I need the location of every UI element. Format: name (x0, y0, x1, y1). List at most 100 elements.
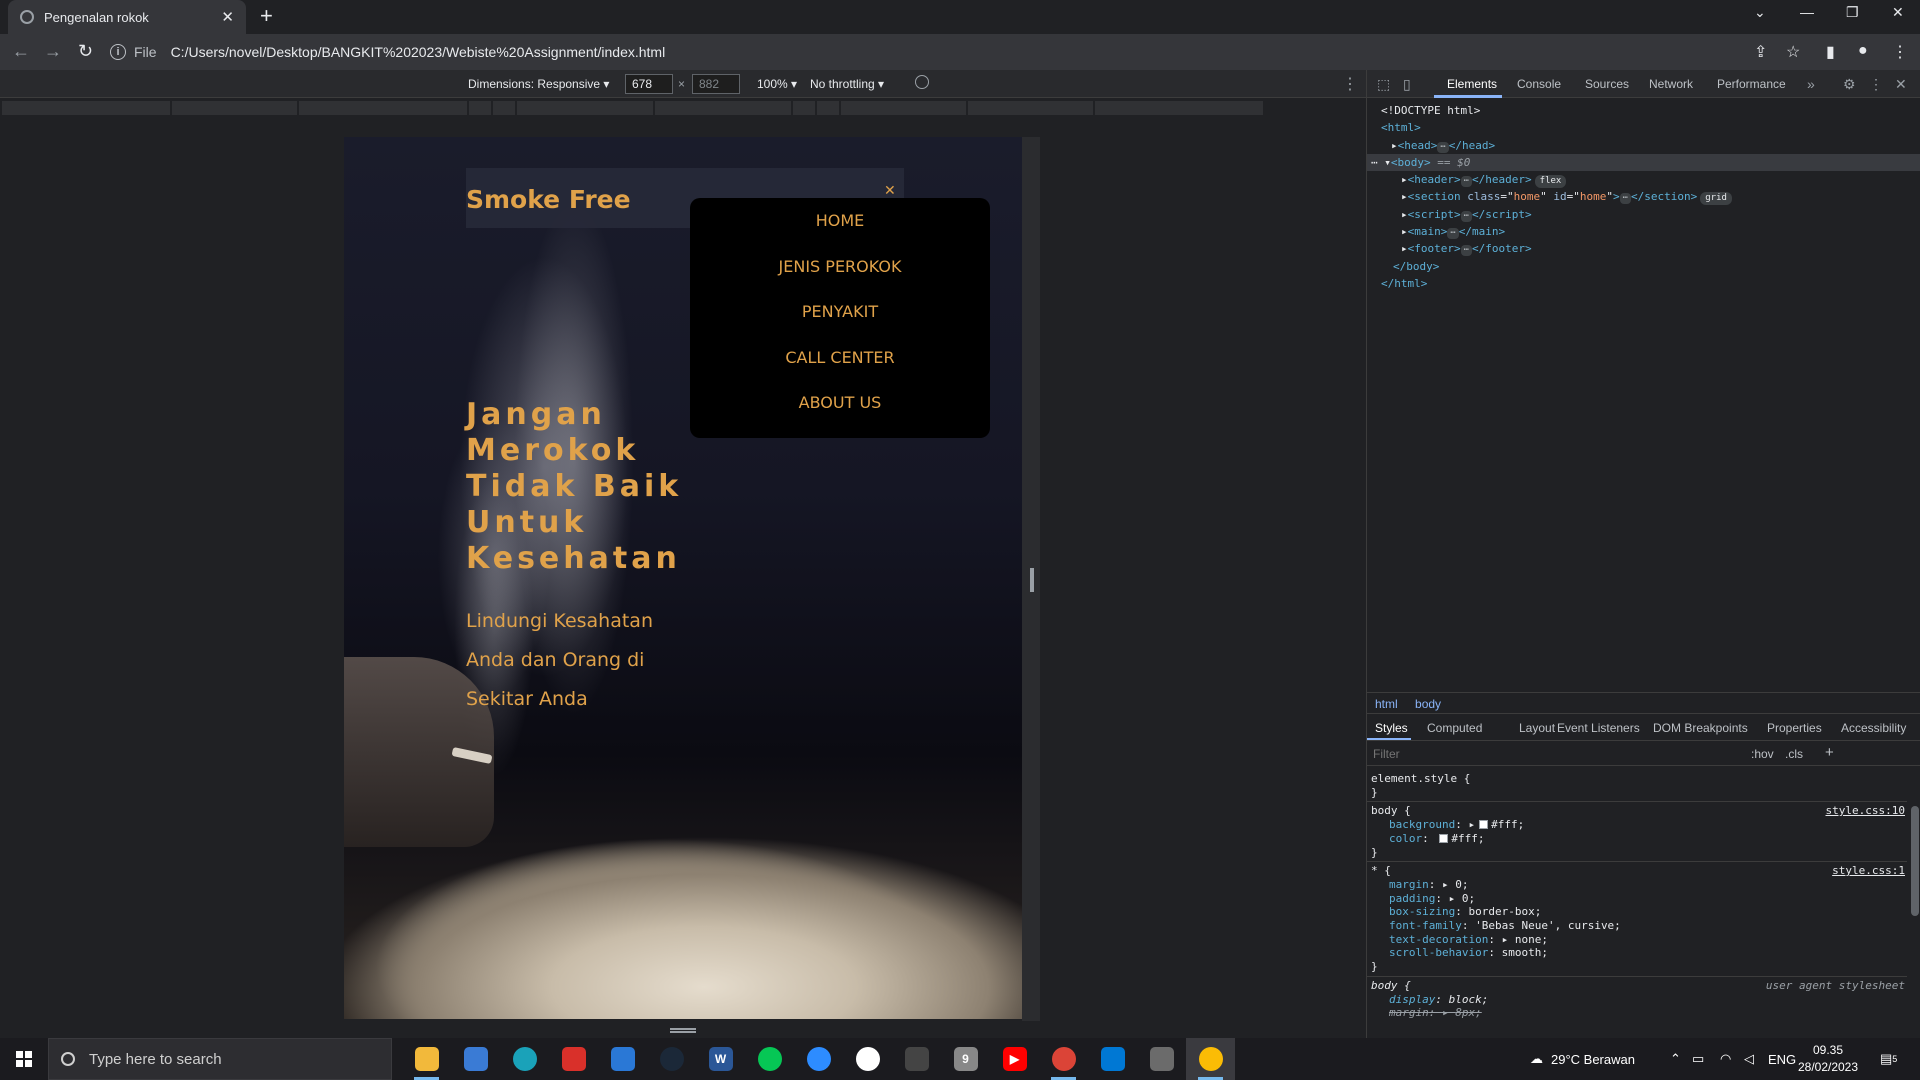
decl-background[interactable]: background: ▸ #fff; (1371, 818, 1903, 832)
resize-handle-bottom[interactable] (670, 1028, 696, 1033)
dom-header[interactable]: ▸<header> ⋯ </header> flex (1367, 171, 1920, 189)
nav-call-center[interactable]: CALL CENTER (690, 335, 990, 381)
decl-color[interactable]: color: #fff; (1371, 832, 1903, 846)
dom-body-selected[interactable]: ⋯ ▾<body> == $0 (1367, 153, 1920, 172)
new-rule-icon[interactable]: + (1825, 744, 1834, 761)
dom-footer[interactable]: ▸<footer> ⋯ </footer> (1367, 240, 1920, 257)
side-panel-icon[interactable]: ▮ (1826, 42, 1835, 62)
rule-source-link[interactable]: style.css:1 (1832, 864, 1905, 878)
color-swatch-icon[interactable] (1479, 820, 1489, 830)
menu-kebab-icon[interactable]: ⋮ (1892, 42, 1908, 62)
edge-icon[interactable] (500, 1038, 549, 1080)
cls-toggle[interactable]: .cls (1785, 747, 1803, 761)
wifi-icon[interactable]: ◠ (1720, 1038, 1731, 1080)
tab-layout[interactable]: Layout (1519, 721, 1555, 735)
decl-margin-overridden[interactable]: margin: ▸ 8px; (1371, 1006, 1903, 1020)
inspect-icon[interactable]: ⬚ (1377, 76, 1390, 93)
gift-icon[interactable] (549, 1038, 598, 1080)
menu-toggle-icon[interactable]: ✕ (884, 183, 896, 199)
dom-head[interactable]: ▸<head> ⋯ </head> (1367, 137, 1920, 154)
settings-gear-icon[interactable]: ⚙ (1843, 76, 1856, 93)
color-swatch-icon[interactable] (1439, 833, 1449, 843)
styles-filter-input[interactable] (1371, 745, 1741, 763)
chrome-icon[interactable] (1186, 1038, 1235, 1080)
taskbar-search[interactable]: Type here to search (48, 1038, 392, 1080)
nav-home[interactable]: HOME (690, 198, 990, 244)
share-icon[interactable]: ⇪ (1754, 42, 1767, 62)
decl-font-family[interactable]: font-family: 'Bebas Neue', cursive; (1371, 919, 1903, 933)
rule-element-style[interactable]: element.style { } (1367, 770, 1907, 803)
rule-source-link[interactable]: style.css:10 (1826, 804, 1905, 818)
decl-scroll-behavior[interactable]: scroll-behavior: smooth; (1371, 946, 1903, 960)
info-icon[interactable]: i (110, 44, 126, 60)
address-bar[interactable]: i File C:/Users/novel/Desktop/BANGKIT%20… (110, 38, 1900, 66)
bookmark-star-icon[interactable]: ☆ (1786, 42, 1800, 62)
rule-universal[interactable]: style.css:1 * { margin: ▸ 0; padding: ▸ … (1367, 862, 1907, 977)
throttling-dropdown[interactable]: No throttling ▾ (810, 77, 884, 91)
dom-section[interactable]: ▸<section class="home" id="home"> ⋯ </sect… (1367, 188, 1920, 206)
tab-styles[interactable]: Styles (1375, 721, 1408, 735)
media-query-bar[interactable] (0, 99, 1366, 117)
decl-padding[interactable]: padding: ▸ 0; (1371, 892, 1903, 906)
close-tab-icon[interactable]: ✕ (221, 8, 234, 26)
tab-computed[interactable]: Computed (1427, 721, 1482, 735)
tab-performance[interactable]: Performance (1717, 77, 1786, 91)
restore-button[interactable]: ❐ (1846, 4, 1859, 21)
nav-about-us[interactable]: ABOUT US (690, 380, 990, 426)
tab-event-listeners[interactable]: Event Listeners (1557, 721, 1640, 735)
decl-display[interactable]: display: block; (1371, 993, 1903, 1007)
device-toggle-icon[interactable]: ▯ (1403, 76, 1411, 93)
width-input[interactable]: 678 (625, 74, 673, 94)
devtools-kebab-icon[interactable]: ⋮ (1869, 76, 1883, 93)
device-more-icon[interactable]: ⋮ (1342, 74, 1358, 94)
dom-html-open[interactable]: <html> (1367, 119, 1920, 136)
weather-widget[interactable]: ☁ 29°C Berawan (1530, 1038, 1635, 1080)
steam-icon[interactable] (647, 1038, 696, 1080)
dom-doctype[interactable]: <!DOCTYPE html> (1367, 102, 1920, 119)
tab-console[interactable]: Console (1517, 77, 1561, 91)
close-window-button[interactable]: ✕ (1892, 4, 1904, 21)
rule-body[interactable]: style.css:10 body { background: ▸ #fff; c… (1367, 802, 1907, 863)
nav-penyakit[interactable]: PENYAKIT (690, 289, 990, 335)
mail-icon[interactable] (598, 1038, 647, 1080)
vscode-icon[interactable] (1088, 1038, 1137, 1080)
store-icon[interactable] (451, 1038, 500, 1080)
youtube-icon[interactable]: ▶ (990, 1038, 1039, 1080)
new-tab-button[interactable]: + (260, 4, 273, 28)
tab-accessibility[interactable]: Accessibility (1841, 721, 1906, 735)
dom-body-close[interactable]: </body> (1367, 258, 1920, 275)
tab-elements[interactable]: Elements (1447, 77, 1497, 91)
dom-html-close[interactable]: </html> (1367, 275, 1920, 292)
reload-icon[interactable]: ↻ (78, 41, 93, 62)
volume-icon[interactable]: ◁ (1744, 1038, 1754, 1080)
more-tabs-icon[interactable]: » (1807, 76, 1815, 92)
notepad-icon[interactable]: 9 (941, 1038, 990, 1080)
decl-box-sizing[interactable]: box-sizing: border-box; (1371, 905, 1903, 919)
breadcrumb-html[interactable]: html (1375, 697, 1398, 711)
forward-icon[interactable]: → (44, 41, 62, 62)
rule-user-agent-body[interactable]: user agent stylesheet body { display: bl… (1367, 977, 1907, 1022)
tab-properties[interactable]: Properties (1767, 721, 1822, 735)
minimize-button[interactable]: — (1800, 4, 1814, 20)
zoom-icon[interactable] (794, 1038, 843, 1080)
decl-margin[interactable]: margin: ▸ 0; (1371, 878, 1903, 892)
unity-icon[interactable] (892, 1038, 941, 1080)
rotate-icon[interactable] (915, 75, 929, 89)
zoom-dropdown[interactable]: 100% ▾ (757, 77, 797, 91)
site-brand[interactable]: Smoke Free (466, 185, 631, 214)
tab-sources[interactable]: Sources (1585, 77, 1629, 91)
tab-search-icon[interactable]: ⌄ (1754, 4, 1766, 21)
breadcrumb-body[interactable]: body (1415, 697, 1441, 711)
dimensions-dropdown[interactable]: Dimensions: Responsive ▾ (468, 77, 609, 91)
file-explorer-icon[interactable] (402, 1038, 451, 1080)
dom-script[interactable]: ▸<script> ⋯ </script> (1367, 206, 1920, 223)
tray-chevron-icon[interactable]: ⌃ (1670, 1038, 1681, 1080)
styles-scrollbar[interactable] (1911, 806, 1919, 916)
resize-handle-right[interactable] (1030, 568, 1034, 592)
back-icon[interactable]: ← (12, 41, 30, 62)
notifications-button[interactable]: ▤ 5 (1880, 1038, 1897, 1080)
devtools-close-icon[interactable]: ✕ (1895, 76, 1907, 93)
windows-start-icon[interactable] (16, 1051, 32, 1067)
browser-tab[interactable]: Pengenalan rokok ✕ (8, 0, 246, 34)
word-icon[interactable]: W (696, 1038, 745, 1080)
